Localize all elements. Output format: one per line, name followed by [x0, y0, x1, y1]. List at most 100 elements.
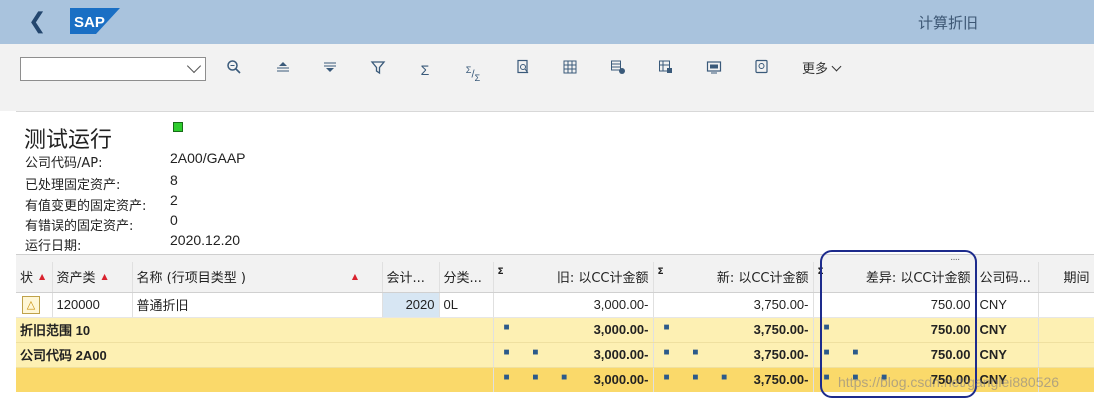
subtotal-row[interactable]: 折旧范围 10 ■ 3,000.00- ■ 3,750.00- ■ 750.00 CN…: [16, 317, 1094, 343]
subtotal-level-icon: ■ ■: [823, 347, 869, 358]
align-center-icon[interactable]: [317, 58, 343, 82]
header-label: 已处理固定资产:: [25, 178, 121, 193]
subtotal-level-icon: ■ ■: [663, 347, 709, 358]
old-amount-cell: ■ ■ ■ 3,000.00-: [493, 367, 654, 392]
subtotal-row[interactable]: 公司代码 2A00 ■ ■ 3,000.00- ■ ■ 3,750.00- ■ ■ 7…: [16, 342, 1094, 368]
new-amount-cell: ■ ■ ■ 3,750.00-: [653, 367, 814, 392]
table-row[interactable]: △ 120000 普通折旧 2020 0L 3,000.00- 3,750.00…: [16, 292, 1094, 318]
view-icon[interactable]: [749, 58, 775, 82]
col-header-category[interactable]: 分类...: [439, 262, 494, 293]
diff-amount-cell: ■ ■ ■ 750.00: [813, 367, 976, 392]
zoom-in-icon[interactable]: [221, 58, 247, 82]
status-cell[interactable]: △: [16, 292, 53, 318]
sum-icon: Σ: [657, 267, 664, 278]
new-amount-cell: 3,750.00-: [653, 292, 814, 318]
period-cell: [1038, 292, 1094, 318]
align-top-icon[interactable]: [270, 58, 296, 82]
more-menu-button[interactable]: 更多: [802, 60, 842, 80]
app-title: 计算折旧: [917, 14, 978, 32]
header-label: 公司代码/AP:: [25, 156, 103, 171]
sum-icon: Σ: [817, 267, 824, 278]
name-cell: 普通折旧: [132, 292, 383, 318]
header-value: 2A00/GAAP: [170, 150, 246, 166]
amount-value: 3,000.00-: [593, 372, 649, 388]
category-cell: 0L: [439, 292, 494, 318]
col-header-currency[interactable]: 公司码...: [975, 262, 1039, 293]
col-header-name[interactable]: 名称 (行项目类型 ) ▲: [132, 262, 383, 293]
period-cell: [1038, 317, 1094, 343]
header-value: 2: [170, 192, 178, 208]
col-header-period[interactable]: 期间: [1038, 262, 1094, 293]
export-icon[interactable]: [701, 58, 727, 82]
amount-value: 3,750.00-: [753, 372, 809, 388]
back-icon[interactable]: ❮: [28, 8, 50, 34]
toolbar-spacer: [0, 99, 1094, 111]
grid-config-icon[interactable]: [605, 58, 631, 82]
diff-amount-cell: ■ 750.00: [813, 317, 976, 343]
sap-logo: SAP: [70, 8, 120, 34]
header-value: 0: [170, 212, 178, 228]
table-settings-icon[interactable]: [557, 58, 583, 82]
amount-value: 3,000.00-: [593, 322, 649, 337]
old-amount-cell: ■ 3,000.00-: [493, 317, 654, 343]
header-value: 8: [170, 172, 178, 188]
currency-cell: CNY: [975, 317, 1039, 343]
asset-class-cell: 120000: [52, 292, 133, 318]
sort-asc-icon: ▲: [39, 272, 46, 282]
layout-variant-select[interactable]: [20, 57, 206, 81]
panel-splitter[interactable]: ····: [16, 254, 1094, 265]
total-label: [16, 367, 494, 392]
period-cell: [1038, 367, 1094, 392]
col-label: 名称 (行项目类型 ): [136, 271, 246, 287]
print-preview-icon[interactable]: [510, 58, 536, 82]
total-row[interactable]: ■ ■ ■ 3,000.00- ■ ■ ■ 3,750.00- ■ ■ ■ 750.0…: [16, 367, 1094, 392]
total-level-icon: ■ ■ ■: [663, 372, 738, 384]
header-label: 运行日期:: [25, 239, 82, 254]
header-value: 2020.12.20: [170, 232, 241, 248]
sort-asc-icon: ▲: [101, 272, 108, 282]
col-header-old-amount[interactable]: Σ 旧: 以CC计金额: [493, 262, 654, 293]
col-header-asset-class[interactable]: 资产类 ▲: [52, 262, 133, 293]
table-header-row: 状 ▲ 资产类 ▲ 名称 (行项目类型 ) ▲ 会计... 分类... Σ 旧: 以CC…: [16, 262, 1094, 293]
subtotal-label: 公司代码 2A00: [16, 342, 494, 368]
warning-icon[interactable]: △: [22, 295, 40, 314]
old-amount-cell: ■ ■ 3,000.00-: [493, 342, 654, 368]
header-label: 有错误的固定资产:: [25, 219, 134, 234]
layout-icon[interactable]: [653, 58, 679, 82]
amount-value: 750.00: [930, 372, 971, 388]
chevron-down-icon[interactable]: [186, 58, 202, 74]
col-label: 资产类: [56, 271, 96, 287]
subtotal-level-icon: ■: [663, 322, 680, 333]
currency-cell: CNY: [975, 292, 1039, 318]
period-cell: [1038, 342, 1094, 368]
asset-depreciation-table: 状 ▲ 资产类 ▲ 名称 (行项目类型 ) ▲ 会计... 分类... Σ 旧: 以CC…: [16, 262, 1094, 392]
col-label: 旧: 以CC计金额: [556, 271, 649, 287]
svg-text:SAP: SAP: [74, 14, 105, 31]
col-header-fiscal-year[interactable]: 会计...: [382, 262, 440, 293]
fiscal-year-cell: 2020: [382, 292, 440, 318]
col-header-status[interactable]: 状 ▲: [16, 262, 53, 293]
sum-icon[interactable]: Σ: [412, 58, 438, 82]
new-amount-cell: ■ 3,750.00-: [653, 317, 814, 343]
total-level-icon: ■ ■ ■: [823, 372, 898, 384]
diff-amount-cell: 750.00: [813, 292, 976, 318]
subtotal-level-icon: ■ ■: [503, 347, 549, 358]
col-label: 新: 以CC计金额: [716, 271, 809, 287]
total-level-icon: ■ ■ ■: [503, 372, 578, 384]
col-header-new-amount[interactable]: Σ 新: 以CC计金额: [653, 262, 814, 293]
sum-icon: Σ: [497, 267, 504, 278]
col-label: 状: [20, 271, 34, 287]
amount-value: 3,000.00-: [593, 347, 649, 362]
col-label: 会计...: [386, 271, 425, 287]
subtotal-level-icon: ■: [823, 322, 840, 333]
col-label: 差异: 以CC计金额: [865, 271, 971, 287]
subtotal-icon[interactable]: Σ/Σ: [460, 58, 486, 83]
col-header-diff-amount[interactable]: Σ 差异: 以CC计金额: [813, 262, 976, 293]
subtotal-label: 折旧范围 10: [16, 317, 494, 343]
filter-icon[interactable]: [365, 58, 391, 82]
new-amount-cell: ■ ■ 3,750.00-: [653, 342, 814, 368]
amount-value: 750.00: [930, 347, 971, 362]
col-label: 分类...: [443, 271, 482, 287]
page-title: 测试运行: [24, 128, 113, 153]
amount-value: 3,750.00-: [753, 347, 809, 362]
